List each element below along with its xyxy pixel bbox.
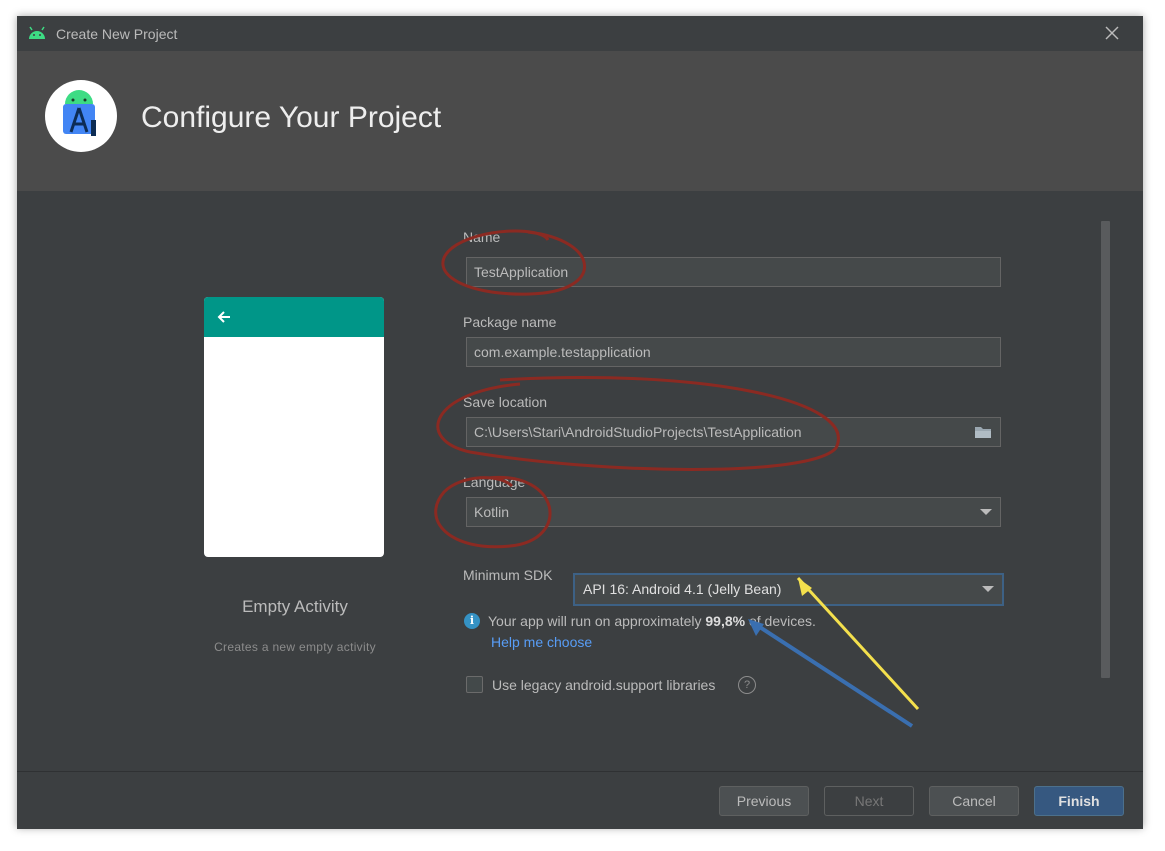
window-title: Create New Project bbox=[56, 26, 178, 42]
coverage-prefix: Your app will run on approximately bbox=[488, 613, 706, 629]
next-button[interactable]: Next bbox=[824, 786, 914, 816]
close-icon[interactable] bbox=[1101, 22, 1123, 44]
package-value: com.example.testapplication bbox=[474, 344, 651, 360]
min-sdk-select[interactable]: API 16: Android 4.1 (Jelly Bean) bbox=[573, 573, 1004, 606]
chevron-down-icon bbox=[982, 586, 994, 592]
package-label: Package name bbox=[463, 314, 557, 330]
wizard-content: Empty Activity Creates a new empty activ… bbox=[17, 191, 1143, 771]
coverage-suffix: of devices. bbox=[745, 613, 816, 629]
name-label: Name bbox=[463, 229, 501, 245]
min-sdk-label: Minimum SDK bbox=[463, 567, 553, 583]
info-icon: i bbox=[464, 613, 480, 629]
location-value: C:\Users\Stari\AndroidStudioProjects\Tes… bbox=[474, 424, 802, 440]
button-bar: Previous Next Cancel Finish bbox=[17, 771, 1143, 829]
android-studio-icon bbox=[63, 90, 96, 136]
location-label: Save location bbox=[463, 394, 548, 410]
template-description: Creates a new empty activity bbox=[214, 640, 376, 654]
help-me-choose-link[interactable]: Help me choose bbox=[491, 634, 592, 650]
wizard-header: Configure Your Project bbox=[17, 51, 1143, 191]
title-bar: Create New Project bbox=[17, 16, 1143, 51]
folder-icon[interactable] bbox=[974, 425, 992, 439]
question-icon[interactable]: ? bbox=[738, 676, 756, 694]
language-label: Language bbox=[463, 474, 526, 490]
template-name: Empty Activity bbox=[242, 597, 348, 616]
coverage-percent: 99,8% bbox=[705, 613, 746, 629]
chevron-down-icon bbox=[980, 509, 992, 515]
cancel-button[interactable]: Cancel bbox=[929, 786, 1019, 816]
vertical-scrollbar[interactable] bbox=[1101, 221, 1110, 678]
name-field[interactable]: TestApplication bbox=[466, 257, 1001, 287]
legacy-support-label[interactable]: Use legacy android.support libraries bbox=[492, 677, 715, 693]
previous-button[interactable]: Previous bbox=[719, 786, 809, 816]
finish-button[interactable]: Finish bbox=[1034, 786, 1124, 816]
create-project-dialog: Create New Project Configure Your Projec… bbox=[17, 16, 1143, 829]
device-coverage-text: Your app will run on approximately 99,8%… bbox=[488, 613, 816, 629]
back-arrow-icon bbox=[217, 311, 230, 323]
android-studio-logo bbox=[45, 80, 117, 152]
android-icon bbox=[29, 26, 45, 39]
legacy-support-checkbox[interactable] bbox=[466, 676, 483, 693]
name-value: TestApplication bbox=[474, 264, 569, 280]
preview-app-bar bbox=[204, 297, 384, 337]
template-preview bbox=[204, 297, 384, 557]
min-sdk-value: API 16: Android 4.1 (Jelly Bean) bbox=[583, 581, 782, 597]
page-title: Configure Your Project bbox=[141, 101, 442, 134]
language-value: Kotlin bbox=[474, 504, 510, 520]
language-select[interactable]: Kotlin bbox=[466, 497, 1001, 527]
location-field[interactable]: C:\Users\Stari\AndroidStudioProjects\Tes… bbox=[466, 417, 1001, 447]
package-field[interactable]: com.example.testapplication bbox=[466, 337, 1001, 367]
